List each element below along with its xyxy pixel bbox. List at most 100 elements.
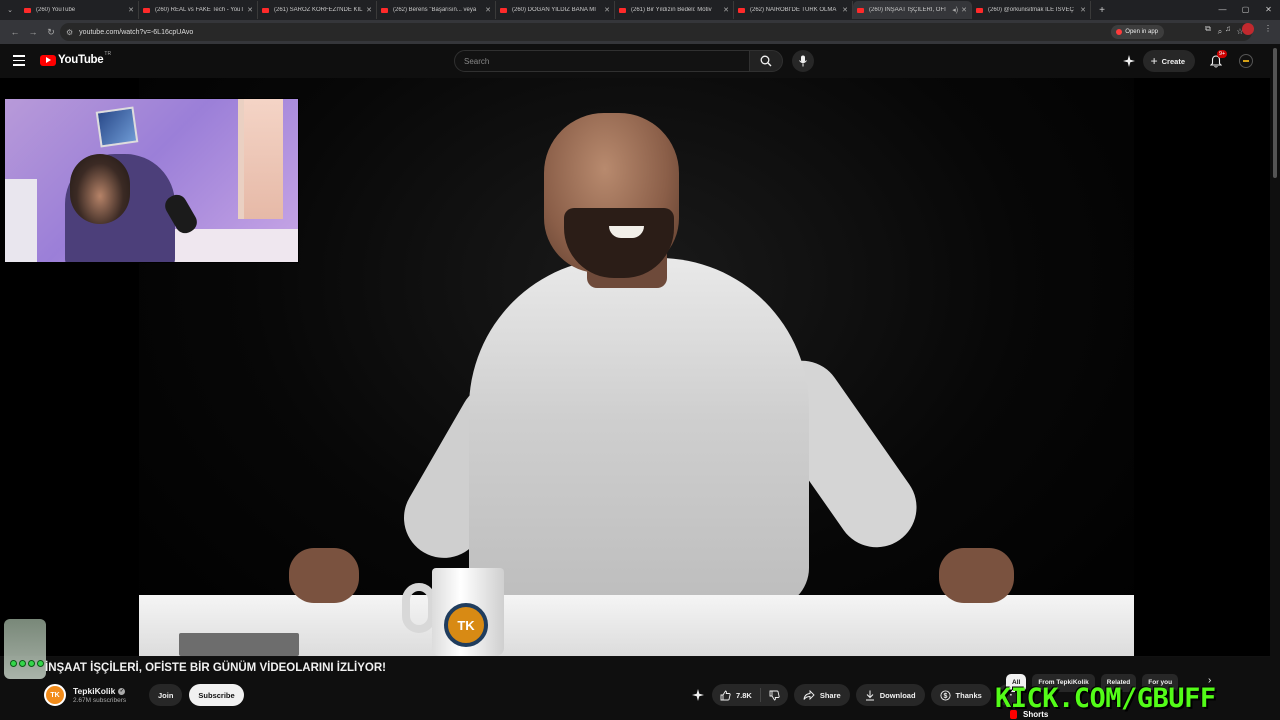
- header-right: + Create 9+: [1122, 50, 1270, 72]
- join-button[interactable]: Join: [149, 684, 183, 706]
- media-controls-icon[interactable]: ♫: [1222, 22, 1234, 36]
- verified-check-icon: ✓: [118, 687, 126, 695]
- browser-tab[interactable]: (262) NAIROBI'DE TÜRK OLMA ✕: [734, 1, 853, 19]
- youtube-logo[interactable]: YouTube TR: [40, 51, 112, 66]
- youtube-favicon-icon: [24, 7, 31, 13]
- channel-avatar[interactable]: TK: [44, 684, 66, 706]
- stream-overlay-glass-icon: [4, 619, 46, 679]
- create-label: Create: [1161, 56, 1185, 66]
- youtube-favicon-icon: [143, 7, 150, 13]
- youtube-header: YouTube TR +Create 9+: [0, 44, 1270, 78]
- window-close-icon[interactable]: ✕: [1257, 0, 1280, 20]
- browser-tab[interactable]: (261) Bir Yıldızın Bedeli: Motiv ✕: [615, 1, 734, 19]
- tab-title: (260) İNŞAAT İŞÇİLERİ, OFİ: [869, 7, 946, 13]
- hamburger-menu-icon[interactable]: [13, 55, 25, 69]
- back-arrow-icon[interactable]: ←: [6, 27, 24, 37]
- video-scene-part: [179, 633, 299, 656]
- channel-name[interactable]: TepkiKolik: [73, 686, 115, 696]
- site-info-icon[interactable]: ⚙: [66, 28, 73, 37]
- close-icon[interactable]: ✕: [247, 6, 253, 14]
- thanks-button[interactable]: $ Thanks: [930, 684, 991, 706]
- search-box: [454, 50, 750, 72]
- dislike-button[interactable]: [761, 684, 788, 706]
- channel-name-row: TepkiKolik ✓: [73, 686, 141, 696]
- notification-badge: 9+: [1217, 50, 1228, 58]
- tab-search-icon[interactable]: ⌄: [0, 0, 20, 20]
- youtube-favicon-icon: [738, 7, 745, 13]
- search-button[interactable]: [749, 50, 783, 72]
- sparkle-icon[interactable]: [1122, 55, 1135, 67]
- tab-title: (260) YouTube: [36, 7, 76, 13]
- toolbar-icons: ⧉ ♫ ⋮: [1202, 22, 1274, 36]
- close-icon[interactable]: ✕: [842, 6, 848, 14]
- page-scrollbar[interactable]: [1270, 44, 1280, 720]
- speaker-icon[interactable]: ◂): [952, 6, 958, 14]
- microphone-icon: [799, 55, 807, 67]
- webcam-scene-part: [70, 154, 130, 224]
- close-icon[interactable]: ✕: [1080, 6, 1086, 14]
- extensions-icon[interactable]: ⧉: [1202, 22, 1214, 36]
- like-dislike-group: 7.8K: [712, 684, 788, 706]
- webcam-scene-part: [155, 229, 298, 262]
- account-avatar[interactable]: [1239, 54, 1253, 68]
- scroll-thumb[interactable]: [1273, 48, 1277, 178]
- reload-icon[interactable]: ↻: [42, 27, 60, 38]
- browser-tab[interactable]: (260) YouTube ✕: [20, 1, 139, 19]
- video-actions: 7.8K Share Download $ Thanks ···: [690, 684, 1019, 706]
- close-icon[interactable]: ✕: [604, 6, 610, 14]
- browser-tab[interactable]: (260) @orkunisitmak İLE İSVEÇ ✕: [972, 1, 1091, 19]
- search-input[interactable]: [464, 56, 749, 66]
- maximize-icon[interactable]: ▢: [1234, 0, 1257, 20]
- browser-tab[interactable]: (260) REAL vs FAKE Tech - YouT ✕: [139, 1, 258, 19]
- download-label: Download: [879, 690, 916, 700]
- channel-row: TK TepkiKolik ✓ 2.67M subscribers Join Su…: [44, 683, 244, 707]
- divider: [0, 656, 1270, 657]
- browser-tab[interactable]: (262) Berens "Başarısın... veya ✕: [377, 1, 496, 19]
- download-button[interactable]: Download: [855, 684, 925, 706]
- video-player[interactable]: TK: [0, 78, 1270, 656]
- like-count: 7.8K: [736, 690, 752, 700]
- shorts-icon: [1010, 710, 1017, 719]
- browser-tab-active[interactable]: (260) İNŞAAT İŞÇİLERİ, OFİ ◂) ✕: [853, 1, 972, 19]
- browser-tab[interactable]: (260) DOĞAN YILDIZ BANA MI ✕: [496, 1, 615, 19]
- create-button[interactable]: + Create: [1142, 50, 1195, 72]
- like-button[interactable]: 7.8K: [712, 684, 760, 706]
- tab-title: (261) Bir Yıldızın Bedeli: Motiv: [631, 7, 712, 13]
- video-scene-part: [939, 548, 1014, 603]
- voice-search-button[interactable]: [792, 50, 814, 72]
- close-icon[interactable]: ✕: [961, 6, 967, 14]
- download-icon: [865, 690, 874, 700]
- forward-arrow-icon[interactable]: →: [24, 27, 42, 37]
- search-icon: [760, 55, 772, 67]
- notifications-button[interactable]: 9+: [1205, 50, 1228, 72]
- share-label: Share: [819, 690, 841, 700]
- ask-ai-sparkle-icon[interactable]: [690, 684, 706, 706]
- address-bar[interactable]: ⚙ youtube.com/watch?v=-6L16cpUAvo Open i…: [60, 23, 1252, 41]
- minimize-icon[interactable]: —: [1211, 0, 1234, 20]
- share-arrow-icon: [803, 690, 815, 700]
- youtube-favicon-icon: [262, 7, 269, 13]
- plus-icon: +: [1150, 54, 1158, 68]
- share-button[interactable]: Share: [793, 684, 850, 706]
- browser-tab-strip: ⌄ (260) YouTube ✕ (260) REAL vs FAKE Tech…: [0, 0, 1280, 20]
- youtube-favicon-icon: [857, 7, 864, 13]
- youtube-favicon-icon: [381, 7, 388, 13]
- close-icon[interactable]: ✕: [128, 6, 134, 14]
- open-in-app-button[interactable]: Open in app: [1111, 25, 1164, 39]
- browser-menu-icon[interactable]: ⋮: [1262, 22, 1274, 36]
- youtube-play-logo-icon: [40, 54, 56, 66]
- browser-tab[interactable]: (261) SAROZ KÖRFEZİ'NDE KIL ✕: [258, 1, 377, 19]
- close-icon[interactable]: ✕: [366, 6, 372, 14]
- webcam-scene-part: [238, 99, 283, 219]
- streamer-webcam-overlay: [4, 98, 299, 263]
- thanks-label: Thanks: [955, 690, 982, 700]
- new-tab-button[interactable]: +: [1095, 5, 1109, 16]
- thumbs-up-icon: [720, 689, 731, 700]
- close-icon[interactable]: ✕: [485, 6, 491, 14]
- shorts-label: Shorts: [1023, 710, 1049, 719]
- country-code: TR: [104, 51, 112, 57]
- close-icon[interactable]: ✕: [723, 6, 729, 14]
- video-scene-part: [289, 548, 359, 603]
- subscribe-button[interactable]: Subscribe: [189, 684, 244, 706]
- profile-avatar-icon[interactable]: [1242, 23, 1254, 35]
